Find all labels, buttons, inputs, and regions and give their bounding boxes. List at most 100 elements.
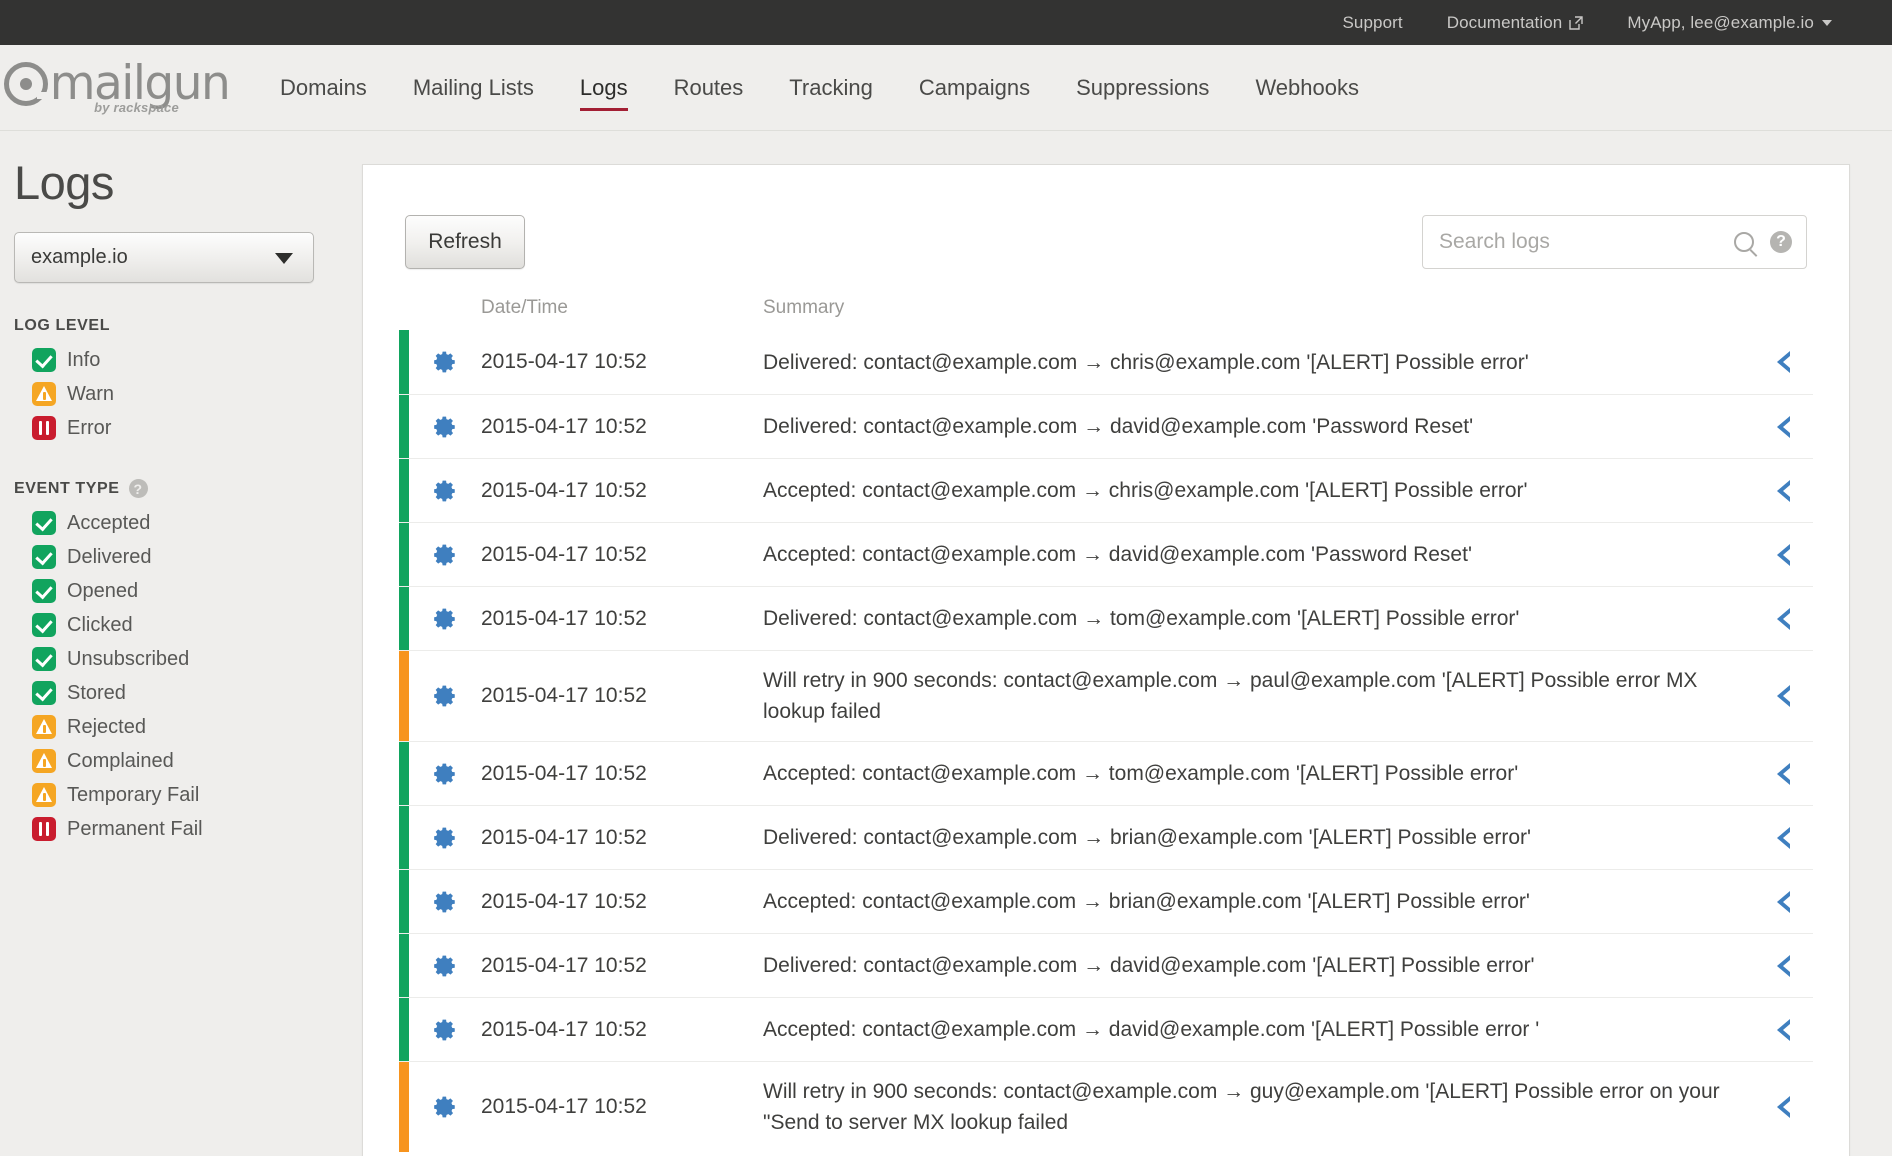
nav-item-logs[interactable]: Logs — [557, 45, 651, 130]
nav-item-suppressions[interactable]: Suppressions — [1053, 45, 1232, 130]
row-gear-button[interactable] — [409, 330, 481, 394]
gear-icon[interactable] — [432, 683, 458, 709]
search-input[interactable] — [1439, 230, 1734, 254]
chevron-left-icon[interactable] — [1777, 763, 1790, 785]
filter-item-error[interactable]: Error — [14, 411, 362, 445]
nav-item-tracking[interactable]: Tracking — [766, 45, 896, 130]
nav-item-routes[interactable]: Routes — [651, 45, 767, 130]
table-row[interactable]: 2015-04-17 10:52Delivered: contact@examp… — [399, 394, 1813, 458]
gear-icon[interactable] — [432, 953, 458, 979]
gear-icon[interactable] — [432, 825, 458, 851]
filter-item-complained[interactable]: Complained — [14, 744, 362, 778]
row-expand-button[interactable] — [1753, 459, 1813, 522]
table-row[interactable]: 2015-04-17 10:52Accepted: contact@exampl… — [399, 522, 1813, 586]
check-icon[interactable] — [32, 681, 56, 705]
row-expand-button[interactable] — [1753, 998, 1813, 1061]
check-icon[interactable] — [32, 613, 56, 637]
help-icon[interactable]: ? — [129, 479, 148, 498]
search-logs-box[interactable]: ? — [1422, 215, 1807, 269]
chevron-left-icon[interactable] — [1777, 1096, 1790, 1118]
filter-item-rejected[interactable]: Rejected — [14, 710, 362, 744]
check-icon[interactable] — [32, 545, 56, 569]
row-expand-button[interactable] — [1753, 651, 1813, 741]
domain-select[interactable]: example.io — [14, 232, 314, 283]
row-gear-button[interactable] — [409, 1062, 481, 1152]
row-gear-button[interactable] — [409, 806, 481, 869]
chevron-left-icon[interactable] — [1777, 416, 1790, 438]
search-icon[interactable] — [1734, 232, 1754, 252]
gear-icon[interactable] — [432, 414, 458, 440]
chevron-left-icon[interactable] — [1777, 608, 1790, 630]
account-menu[interactable]: MyApp, lee@example.io — [1605, 13, 1854, 33]
row-gear-button[interactable] — [409, 651, 481, 741]
chevron-left-icon[interactable] — [1777, 685, 1790, 707]
row-gear-button[interactable] — [409, 998, 481, 1061]
row-gear-button[interactable] — [409, 870, 481, 933]
table-row[interactable]: 2015-04-17 10:52Accepted: contact@exampl… — [399, 741, 1813, 805]
chevron-left-icon[interactable] — [1777, 827, 1790, 849]
chevron-left-icon[interactable] — [1777, 891, 1790, 913]
support-link[interactable]: Support — [1320, 13, 1424, 33]
filter-item-delivered[interactable]: Delivered — [14, 540, 362, 574]
nav-item-webhooks[interactable]: Webhooks — [1232, 45, 1382, 130]
nav-item-campaigns[interactable]: Campaigns — [896, 45, 1053, 130]
filter-item-opened[interactable]: Opened — [14, 574, 362, 608]
row-expand-button[interactable] — [1753, 330, 1813, 394]
warning-triangle-icon[interactable] — [32, 715, 56, 739]
chevron-left-icon[interactable] — [1777, 351, 1790, 373]
table-row[interactable]: 2015-04-17 10:52Delivered: contact@examp… — [399, 805, 1813, 869]
gear-icon[interactable] — [432, 478, 458, 504]
row-expand-button[interactable] — [1753, 870, 1813, 933]
mailgun-logo[interactable]: mailgun by rackspace — [14, 57, 219, 119]
chevron-left-icon[interactable] — [1777, 1019, 1790, 1041]
chevron-left-icon[interactable] — [1777, 480, 1790, 502]
gear-icon[interactable] — [432, 889, 458, 915]
check-icon[interactable] — [32, 348, 56, 372]
filter-item-temporary-fail[interactable]: Temporary Fail — [14, 778, 362, 812]
table-row[interactable]: 2015-04-17 10:52Will retry in 900 second… — [399, 1061, 1813, 1152]
gear-icon[interactable] — [432, 761, 458, 787]
nav-item-mailing-lists[interactable]: Mailing Lists — [390, 45, 557, 130]
chevron-left-icon[interactable] — [1777, 544, 1790, 566]
double-exclamation-icon[interactable] — [32, 817, 56, 841]
filter-item-stored[interactable]: Stored — [14, 676, 362, 710]
row-gear-button[interactable] — [409, 587, 481, 650]
row-expand-button[interactable] — [1753, 742, 1813, 805]
table-row[interactable]: 2015-04-17 10:52Accepted: contact@exampl… — [399, 997, 1813, 1061]
documentation-link[interactable]: Documentation — [1425, 13, 1606, 33]
table-row[interactable]: 2015-04-17 10:52Accepted: contact@exampl… — [399, 458, 1813, 522]
warning-triangle-icon[interactable] — [32, 382, 56, 406]
nav-item-domains[interactable]: Domains — [257, 45, 390, 130]
help-icon[interactable]: ? — [1770, 231, 1792, 253]
gear-icon[interactable] — [432, 1017, 458, 1043]
table-row[interactable]: 2015-04-17 10:52Will retry in 900 second… — [399, 650, 1813, 741]
row-expand-button[interactable] — [1753, 587, 1813, 650]
filter-item-clicked[interactable]: Clicked — [14, 608, 362, 642]
row-expand-button[interactable] — [1753, 523, 1813, 586]
gear-icon[interactable] — [432, 542, 458, 568]
filter-item-accepted[interactable]: Accepted — [14, 506, 362, 540]
gear-icon[interactable] — [432, 1094, 458, 1120]
table-row[interactable]: 2015-04-17 10:52Delivered: contact@examp… — [399, 933, 1813, 997]
row-gear-button[interactable] — [409, 934, 481, 997]
filter-item-permanent-fail[interactable]: Permanent Fail — [14, 812, 362, 846]
gear-icon[interactable] — [432, 349, 458, 375]
chevron-left-icon[interactable] — [1777, 955, 1790, 977]
row-gear-button[interactable] — [409, 395, 481, 458]
filter-item-info[interactable]: Info — [14, 343, 362, 377]
row-gear-button[interactable] — [409, 523, 481, 586]
warning-triangle-icon[interactable] — [32, 749, 56, 773]
refresh-button[interactable]: Refresh — [405, 215, 525, 269]
row-expand-button[interactable] — [1753, 934, 1813, 997]
filter-item-unsubscribed[interactable]: Unsubscribed — [14, 642, 362, 676]
filter-item-warn[interactable]: Warn — [14, 377, 362, 411]
table-row[interactable]: 2015-04-17 10:52Accepted: contact@exampl… — [399, 869, 1813, 933]
table-row[interactable]: 2015-04-17 10:52Delivered: contact@examp… — [399, 586, 1813, 650]
row-expand-button[interactable] — [1753, 1062, 1813, 1152]
check-icon[interactable] — [32, 579, 56, 603]
row-expand-button[interactable] — [1753, 806, 1813, 869]
row-gear-button[interactable] — [409, 742, 481, 805]
check-icon[interactable] — [32, 647, 56, 671]
double-exclamation-icon[interactable] — [32, 416, 56, 440]
check-icon[interactable] — [32, 511, 56, 535]
